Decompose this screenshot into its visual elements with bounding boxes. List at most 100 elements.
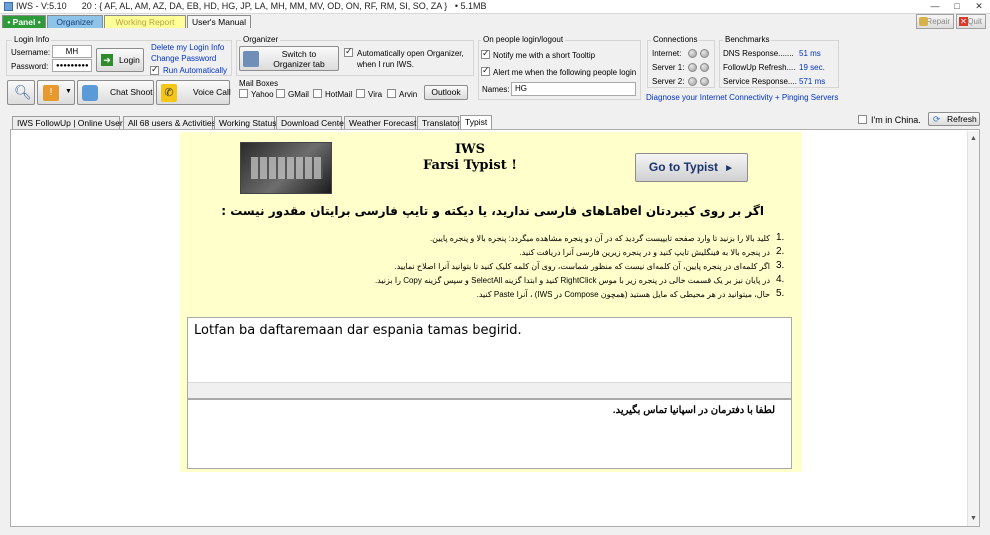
- alert-dropdown-button[interactable]: ! ▼: [37, 80, 75, 105]
- tab-all-users[interactable]: All 68 users & Activities: [123, 116, 216, 129]
- tab-panel[interactable]: • Panel •: [2, 15, 46, 28]
- typist-area: IWS Farsi Typist ! Go to Typist ► اگر بر…: [180, 132, 802, 472]
- tab-weather-forecast[interactable]: Weather Forecast: [344, 116, 416, 129]
- auto-open-organizer-label: Automatically open Organizer, when I run …: [357, 49, 464, 69]
- step-number-1: 1.: [776, 232, 785, 243]
- gmail-label: GMail: [288, 90, 309, 99]
- yahoo-label: Yahoo: [251, 90, 274, 99]
- china-checkbox[interactable]: [858, 115, 867, 124]
- tab-followup[interactable]: IWS FollowUp | Online Users: [12, 116, 127, 129]
- app-icon: [4, 2, 13, 11]
- tab-typist[interactable]: Typist: [460, 115, 492, 130]
- names-field[interactable]: HG: [511, 82, 636, 96]
- notify-tooltip-label: Notify me with a short Tooltip: [493, 51, 596, 60]
- keyboard-image: [240, 142, 332, 194]
- notify-tooltip-checkbox[interactable]: [481, 48, 490, 59]
- quit-x-icon: ✕: [959, 17, 968, 26]
- hotmail-label: HotMail: [325, 90, 353, 99]
- play-icon: ►: [721, 163, 735, 174]
- chevron-down-icon: ▼: [65, 88, 72, 95]
- gmail-checkbox[interactable]: [276, 89, 285, 98]
- dns-response-value: 51 ms: [799, 49, 821, 58]
- step-number-5: 5.: [776, 288, 785, 299]
- benchmarks-group-label: Benchmarks: [723, 35, 772, 44]
- server2-status-icon: [688, 77, 697, 86]
- quit-button[interactable]: ✕ Quit: [956, 14, 986, 29]
- farsi-output-text: لطفا با دفترمان در اسپانیا تماس بگیرید.: [612, 405, 775, 416]
- finglish-input[interactable]: Lotfan ba daftaremaan dar espania tamas …: [187, 317, 792, 399]
- arvin-checkbox[interactable]: [387, 89, 396, 98]
- alert-icon: !: [43, 85, 59, 101]
- scroll-down-icon[interactable]: ▼: [970, 515, 977, 522]
- step-number-2: 2.: [776, 246, 785, 257]
- arvin-label: Arvin: [399, 90, 418, 99]
- vertical-scrollbar[interactable]: ▲ ▼: [967, 131, 979, 526]
- service-response-label: Service Response....: [723, 77, 797, 86]
- typist-title-farsi: Farsi Typist !: [423, 158, 517, 173]
- tab-users-manual[interactable]: User's Manual: [187, 15, 251, 28]
- arrow-right-icon: ➜: [101, 54, 113, 66]
- diagnose-link[interactable]: Diagnose your Internet Connectivity + Pi…: [646, 93, 838, 102]
- followup-refresh-value: 19 sec.: [799, 63, 825, 72]
- maximize-icon[interactable]: □: [946, 0, 968, 13]
- server1-status-icon: [688, 63, 697, 72]
- internet-status-icon: [688, 49, 697, 58]
- run-automatically-checkbox[interactable]: [150, 64, 159, 75]
- internet-status-icon-2: [700, 49, 709, 58]
- hotmail-checkbox[interactable]: [313, 89, 322, 98]
- instruction-5: حال، میتوانید در هر محیطی که مایل هستید …: [476, 290, 770, 299]
- refresh-button[interactable]: ⟳ Refresh: [928, 112, 980, 126]
- mailboxes-label: Mail Boxes: [239, 79, 279, 88]
- finglish-input-text: Lotfan ba daftaremaan dar espania tamas …: [194, 323, 522, 338]
- auto-open-organizer-checkbox[interactable]: [344, 46, 353, 57]
- input-hscroll[interactable]: [188, 382, 791, 398]
- scroll-up-icon[interactable]: ▲: [970, 135, 977, 142]
- refresh-icon: ⟳: [933, 114, 941, 124]
- search-icon: 🔍︎: [14, 84, 32, 100]
- phone-icon: ✆: [161, 84, 177, 102]
- tab-translator[interactable]: Translator: [417, 116, 460, 129]
- tab-working-report[interactable]: Working Report: [104, 15, 186, 28]
- change-password-link[interactable]: Change Password: [151, 54, 216, 63]
- username-field[interactable]: MH: [52, 45, 92, 58]
- voice-call-button[interactable]: ✆ Voice Call: [156, 80, 231, 105]
- title-bar: IWS - V:5.10 20 : { AF, AL, AM, AZ, DA, …: [0, 0, 990, 14]
- chat-shoot-button[interactable]: Chat Shoot: [77, 80, 154, 105]
- typist-title-iws: IWS: [454, 142, 486, 157]
- instruction-4: در پایان نیز بر یک قسمت خالی در پنجره زی…: [374, 276, 770, 285]
- yahoo-checkbox[interactable]: [239, 89, 248, 98]
- server2-status-icon-2: [700, 77, 709, 86]
- people-group-label: On people login/logout: [481, 35, 566, 44]
- close-icon[interactable]: ✕: [968, 0, 990, 13]
- names-label: Names:: [482, 85, 510, 94]
- dns-response-label: DNS Response.......: [723, 49, 794, 58]
- instruction-3: اگر کلمه‌ای در پنجره پایین، آن کلمه‌ای ن…: [394, 262, 770, 271]
- instruction-2: در پنجره بالا به فینگلیش تایپ کنید و در …: [519, 248, 770, 257]
- internet-label: Internet:: [652, 49, 682, 58]
- minimize-icon[interactable]: —: [924, 0, 946, 13]
- repair-button[interactable]: Repair: [916, 14, 954, 29]
- login-button[interactable]: ➜ Login: [96, 48, 144, 72]
- password-label: Password:: [11, 62, 49, 71]
- switch-organizer-button[interactable]: Switch to Organizer tab: [239, 46, 339, 71]
- server2-label: Server 2:: [652, 77, 685, 86]
- typist-heading: اگر بر روی کیبردتان Labelهای فارسی نداری…: [221, 204, 764, 218]
- alert-login-checkbox[interactable]: [481, 65, 490, 76]
- tab-download-center[interactable]: Download Center: [276, 116, 347, 129]
- tab-working-status[interactable]: Working Status: [214, 116, 276, 129]
- step-number-3: 3.: [776, 260, 785, 271]
- outlook-button[interactable]: Outlook: [424, 85, 468, 100]
- wrench-icon: [919, 17, 928, 26]
- tab-organizer[interactable]: Organizer: [47, 15, 103, 28]
- server1-label: Server 1:: [652, 63, 685, 72]
- vira-checkbox[interactable]: [356, 89, 365, 98]
- password-field[interactable]: ●●●●●●●●●: [52, 59, 92, 72]
- sites-list: 20 : { AF, AL, AM, AZ, DA, EB, HD, HG, J…: [81, 1, 448, 11]
- typist-title: IWS Farsi Typist !: [410, 142, 530, 174]
- search-button[interactable]: 🔍︎: [7, 80, 35, 105]
- alert-login-label: Alert me when the following people login: [493, 68, 637, 77]
- instruction-1: کلید بالا را بزنید تا وارد صفحه تایپیست …: [429, 234, 770, 243]
- go-to-typist-button[interactable]: Go to Typist ►: [635, 153, 748, 182]
- delete-login-link[interactable]: Delete my Login Info: [151, 43, 224, 52]
- farsi-output[interactable]: لطفا با دفترمان در اسپانیا تماس بگیرید.: [187, 399, 792, 469]
